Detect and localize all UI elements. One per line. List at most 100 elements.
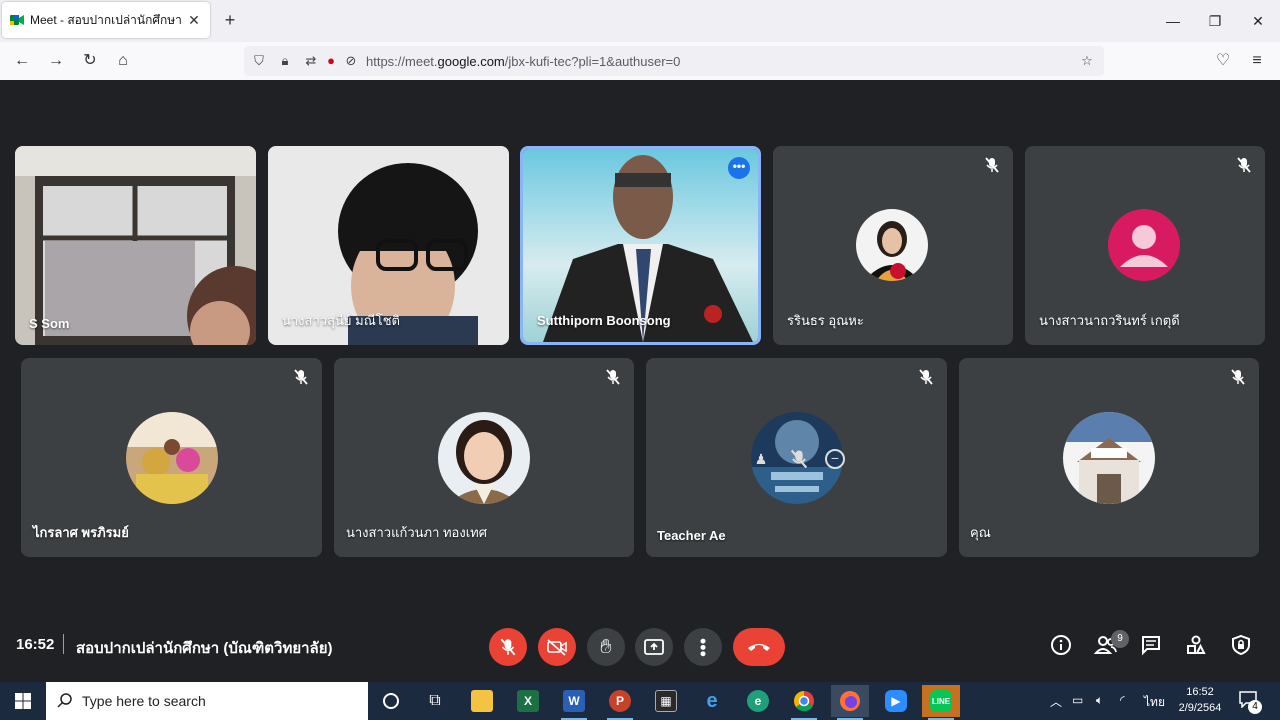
google-meet-icon bbox=[10, 13, 24, 27]
wifi-icon[interactable]: ◜ bbox=[1120, 693, 1125, 707]
participant-name: Teacher Ae bbox=[657, 528, 726, 543]
forward-icon[interactable]: → bbox=[45, 50, 67, 72]
zoom-icon[interactable]: ▶ bbox=[877, 685, 915, 717]
edge-icon[interactable]: e bbox=[739, 685, 777, 717]
raise-hand-button[interactable]: ✋︎ bbox=[587, 628, 625, 666]
powerpoint-icon[interactable]: P bbox=[601, 685, 639, 720]
mic-off-icon bbox=[1231, 369, 1245, 385]
tab-title: Meet - สอบปากเปล่านักศึกษา (บัณ bbox=[30, 12, 186, 27]
menu-icon[interactable]: ≡ bbox=[1246, 50, 1268, 72]
restore-icon[interactable]: ❐ bbox=[1202, 8, 1228, 34]
avatar bbox=[856, 209, 928, 281]
more-options-icon[interactable]: ••• bbox=[728, 157, 750, 179]
minimize-icon[interactable]: — bbox=[1160, 8, 1186, 34]
participant-tile[interactable]: นางสาวนาถวรินทร์ เกตุดี bbox=[1025, 146, 1265, 345]
participant-name: S Som bbox=[29, 316, 70, 331]
store-icon[interactable]: ▦ bbox=[647, 685, 685, 717]
camera-blocked-icon[interactable]: ⊘ bbox=[342, 52, 360, 70]
avatar bbox=[1063, 412, 1155, 504]
participant-tile[interactable]: คุณ bbox=[959, 358, 1259, 557]
participant-tile-active[interactable]: ••• Sutthiporn Boonsong bbox=[520, 146, 761, 345]
hand-icon: ✋︎ bbox=[600, 635, 612, 658]
meeting-time: 16:52 bbox=[16, 636, 55, 653]
chat-icon[interactable] bbox=[1138, 632, 1164, 658]
word-icon[interactable]: W bbox=[555, 685, 593, 720]
notification-center-icon[interactable]: 4 bbox=[1238, 690, 1262, 714]
leave-call-button[interactable] bbox=[733, 628, 785, 666]
taskbar-date: 2/9/2564 bbox=[1178, 702, 1222, 714]
tab-close-icon[interactable]: ✕ bbox=[186, 12, 202, 29]
participant-name: นางสาวนาถวรินทร์ เกตุดี bbox=[1039, 313, 1180, 328]
people-icon[interactable]: 9 bbox=[1093, 630, 1129, 658]
url-bar[interactable]: ⛉ 🔒︎ ⇄ ● ⊘ https://meet.google.com/jbx-k… bbox=[244, 46, 1104, 76]
present-button[interactable] bbox=[635, 628, 673, 666]
participant-count-badge: 9 bbox=[1111, 630, 1129, 648]
windows-taskbar: Type here to search ⧉ X W P ▦ e e ▶ LINE… bbox=[0, 682, 1280, 720]
excel-icon[interactable]: X bbox=[509, 685, 547, 717]
more-options-button[interactable]: ••• bbox=[684, 628, 722, 666]
taskbar-clock[interactable]: 16:52 2/9/2564 bbox=[1168, 684, 1232, 716]
file-explorer-icon[interactable] bbox=[463, 685, 501, 717]
mic-off-icon[interactable] bbox=[788, 448, 810, 470]
participant-tile[interactable]: นางสาวแก้วนภา ทองเทศ bbox=[334, 358, 634, 557]
new-tab-icon[interactable]: + bbox=[220, 9, 240, 31]
avatar bbox=[126, 412, 218, 504]
mic-blocked-icon[interactable]: ● bbox=[322, 52, 340, 70]
participant-name: ไกรลาศ พรภิรมย์ bbox=[33, 525, 129, 540]
taskbar-search-input[interactable]: Type here to search bbox=[46, 682, 368, 720]
windows-logo-icon bbox=[15, 693, 31, 709]
participant-tile[interactable]: ♟ − Teacher Ae bbox=[646, 358, 947, 557]
mic-toggle-button[interactable] bbox=[489, 628, 527, 666]
search-placeholder: Type here to search bbox=[82, 693, 206, 709]
activities-icon[interactable] bbox=[1183, 632, 1209, 658]
more-vert-icon: ••• bbox=[693, 637, 713, 657]
url-text[interactable]: https://meet.google.com/jbx-kufi-tec?pli… bbox=[366, 54, 680, 69]
home-icon[interactable]: ⌂ bbox=[112, 50, 134, 72]
participant-name: นางสาวแก้วนภา ทองเทศ bbox=[346, 525, 487, 540]
start-button[interactable] bbox=[0, 682, 46, 720]
participant-tile[interactable]: ไกรลาศ พรภิรมย์ bbox=[21, 358, 322, 557]
bookmark-star-icon[interactable]: ☆ bbox=[1078, 52, 1096, 70]
participant-name: รรินธร อุณหะ bbox=[787, 313, 864, 328]
show-hidden-icons[interactable]: ︿ bbox=[1050, 693, 1062, 710]
camera-off-icon bbox=[547, 639, 567, 656]
avatar-placeholder bbox=[1108, 209, 1180, 281]
back-icon[interactable]: ← bbox=[11, 50, 33, 72]
mic-off-icon bbox=[606, 369, 620, 385]
host-controls-icon[interactable] bbox=[1228, 632, 1254, 658]
meeting-title: สอบปากเปล่านักศึกษา (บัณฑิตวิทยาลัย) bbox=[76, 640, 333, 657]
mic-off-icon bbox=[1237, 157, 1251, 173]
battery-icon[interactable]: ▭ bbox=[1072, 693, 1083, 707]
pocket-icon[interactable]: ♡ bbox=[1212, 50, 1234, 72]
cortana-icon[interactable] bbox=[372, 685, 410, 717]
firefox-icon[interactable] bbox=[831, 685, 869, 720]
avatar bbox=[438, 412, 530, 504]
participant-tile[interactable]: นางสาวสุนีย์ มณีโชติ bbox=[268, 146, 509, 345]
close-window-icon[interactable]: ✕ bbox=[1245, 8, 1271, 34]
shield-icon[interactable]: ⛉ bbox=[250, 52, 268, 70]
language-indicator[interactable]: ไทย bbox=[1144, 693, 1165, 712]
pin-icon[interactable]: ♟ bbox=[750, 451, 772, 468]
chrome-icon[interactable] bbox=[785, 685, 823, 720]
task-view-icon[interactable]: ⧉ bbox=[416, 685, 454, 717]
participant-tile[interactable]: S Som bbox=[15, 146, 256, 345]
participant-tile[interactable]: รรินธร อุณหะ bbox=[773, 146, 1013, 345]
line-icon[interactable]: LINE bbox=[922, 685, 960, 720]
notification-count: 4 bbox=[1248, 700, 1262, 714]
nav-bar: ← → ↻ ⌂ ⛉ 🔒︎ ⇄ ● ⊘ https://meet.google.c… bbox=[0, 42, 1280, 80]
volume-icon[interactable]: 🔈︎ bbox=[1096, 693, 1103, 708]
internet-explorer-icon[interactable]: e bbox=[693, 685, 731, 717]
participant-name: นางสาวสุนีย์ มณีโชติ bbox=[282, 313, 400, 328]
mic-off-icon bbox=[500, 638, 516, 656]
taskbar-time: 16:52 bbox=[1186, 686, 1214, 698]
meeting-details-icon[interactable] bbox=[1048, 632, 1074, 658]
reload-icon[interactable]: ↻ bbox=[79, 50, 101, 72]
meeting-controls-bar: 16:52 สอบปากเปล่านักศึกษา (บัณฑิตวิทยาลั… bbox=[0, 620, 1280, 670]
lock-icon[interactable]: 🔒︎ bbox=[276, 52, 294, 70]
tab-meet[interactable]: Meet - สอบปากเปล่านักศึกษา (บัณ ✕ bbox=[2, 2, 210, 38]
search-icon bbox=[57, 693, 72, 708]
permissions-icon[interactable]: ⇄ bbox=[302, 52, 320, 70]
camera-toggle-button[interactable] bbox=[538, 628, 576, 666]
participant-name: Sutthiporn Boonsong bbox=[537, 313, 671, 328]
remove-icon[interactable]: − bbox=[825, 449, 845, 469]
